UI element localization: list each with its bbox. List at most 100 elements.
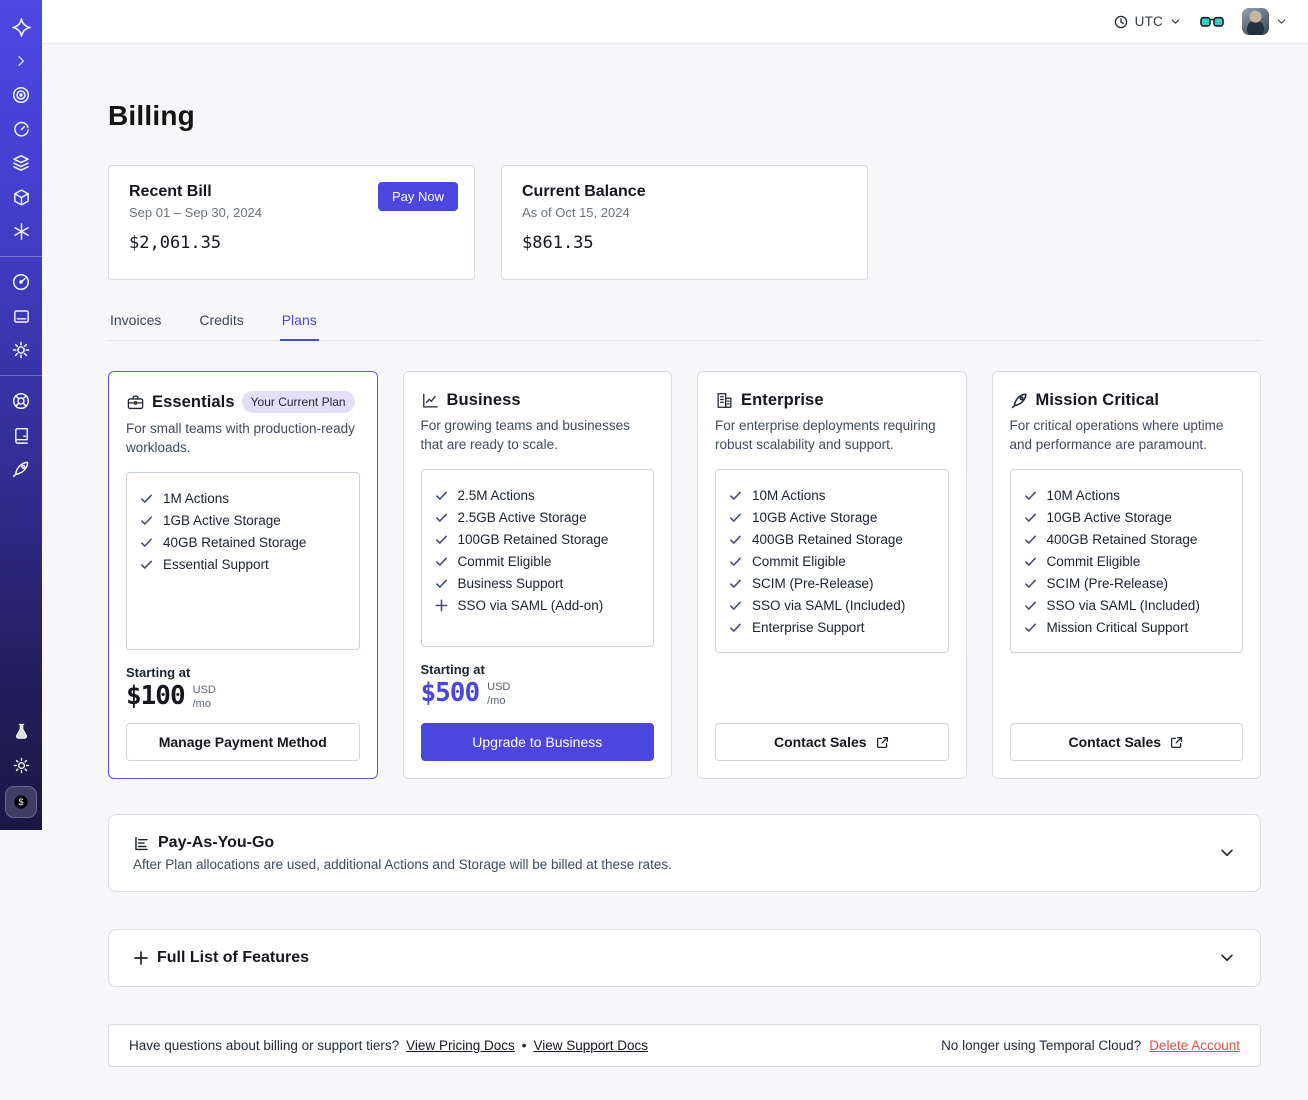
support-docs-link[interactable]: View Support Docs xyxy=(533,1038,648,1053)
line-chart-icon xyxy=(422,393,438,408)
check-icon xyxy=(730,623,741,632)
plan-price: Starting at $100 USD/mo xyxy=(126,665,216,711)
check-icon xyxy=(1024,557,1036,566)
building-icon xyxy=(717,393,732,408)
feature-row: Commit Eligible xyxy=(434,550,642,572)
delete-account-link[interactable]: Delete Account xyxy=(1149,1038,1240,1053)
recent-bill-amount: $2,061.35 xyxy=(129,233,222,253)
plan-features-box: 10M Actions 10GB Active Storage 400GB Re… xyxy=(1009,469,1243,653)
pay-as-you-go-accordion[interactable]: Pay-As-You-Go After Plan allocations are… xyxy=(108,814,1261,892)
check-icon xyxy=(730,513,741,522)
feature-row: 2.5M Actions xyxy=(434,484,642,506)
accordion-description: After Plan allocations are used, additio… xyxy=(133,857,672,872)
cube-icon[interactable] xyxy=(0,180,42,214)
plan-features-box: 1M Actions 1GB Active Storage 40GB Retai… xyxy=(126,472,360,650)
feature-row: 40GB Retained Storage xyxy=(139,531,347,553)
rocket-icon xyxy=(1011,393,1027,409)
plan-card-mission-critical: Mission Critical For critical operations… xyxy=(991,371,1261,779)
topbar: UTC xyxy=(42,0,1308,44)
check-icon xyxy=(730,491,741,500)
nexus-asterisk-icon[interactable] xyxy=(0,214,42,248)
plans-grid: Essentials Your Current Plan For small t… xyxy=(108,371,1261,779)
labs-flask-icon[interactable] xyxy=(0,714,42,748)
plan-title: Business xyxy=(446,391,521,409)
timezone-selector[interactable]: UTC xyxy=(1113,14,1182,30)
delete-question: No longer using Temporal Cloud? xyxy=(941,1038,1142,1053)
feature-row: 100GB Retained Storage xyxy=(434,528,642,550)
plan-title: Mission Critical xyxy=(1035,391,1160,409)
tab-credits[interactable]: Credits xyxy=(197,306,245,340)
accordion-title: Full List of Features xyxy=(157,949,310,966)
check-icon xyxy=(1024,579,1036,588)
external-link-icon xyxy=(1171,736,1183,748)
manage-payment-button[interactable]: Manage Payment Method xyxy=(126,723,360,761)
feature-row: SSO via SAML (Included) xyxy=(728,594,936,616)
upgrade-business-button[interactable]: Upgrade to Business xyxy=(420,723,654,761)
pricing-docs-link[interactable]: View Pricing Docs xyxy=(406,1038,515,1053)
account-menu[interactable] xyxy=(1242,8,1288,35)
theme-sun-icon[interactable] xyxy=(0,748,42,782)
feature-row: SCIM (Pre-Release) xyxy=(728,572,936,594)
plan-price: Starting at $500 USD/mo xyxy=(420,662,511,708)
pay-now-button[interactable]: Pay Now xyxy=(377,182,458,211)
billing-coin-icon[interactable]: $ xyxy=(5,786,37,818)
plan-card-enterprise: Enterprise For enterprise deployments re… xyxy=(697,371,967,779)
user-avatar xyxy=(1242,8,1269,35)
check-icon xyxy=(1024,513,1036,522)
check-icon xyxy=(730,535,741,544)
summary-cards: Recent Bill Sep 01 – Sep 30, 2024 $2,061… xyxy=(108,165,1261,280)
billing-page: $ UTC Billing Recent Bill Sep 01 – Sep 3… xyxy=(0,0,1308,1100)
plan-description: For growing teams and businesses that ar… xyxy=(420,418,630,453)
feature-row: Essential Support xyxy=(139,553,347,575)
feature-row: 400GB Retained Storage xyxy=(728,528,936,550)
chevron-down-icon xyxy=(1221,954,1233,962)
tab-invoices[interactable]: Invoices xyxy=(108,306,163,340)
briefcase-icon xyxy=(127,395,144,409)
batch-window-icon[interactable] xyxy=(0,299,42,333)
accordion-title: Pay-As-You-Go xyxy=(158,834,275,851)
sidebar: $ xyxy=(0,0,42,830)
feature-row: Business Support xyxy=(434,572,642,594)
page-title: Billing xyxy=(108,100,195,131)
check-icon xyxy=(141,494,152,503)
settings-gear-icon[interactable] xyxy=(0,333,42,367)
dot-separator: • xyxy=(521,1038,527,1053)
check-icon xyxy=(435,557,447,566)
usage-gauge-icon[interactable] xyxy=(0,265,42,299)
feature-row: Commit Eligible xyxy=(728,550,936,572)
main-content: Billing Recent Bill Sep 01 – Sep 30, 202… xyxy=(108,44,1261,1067)
check-icon xyxy=(435,491,447,500)
plan-title: Enterprise xyxy=(741,391,824,409)
check-icon xyxy=(1024,601,1036,610)
incognito-glasses-icon[interactable] xyxy=(1200,15,1224,29)
contact-sales-button[interactable]: Contact Sales xyxy=(715,723,949,761)
chevron-down-icon xyxy=(1277,19,1286,24)
plan-title: Essentials xyxy=(152,392,235,411)
check-icon xyxy=(435,579,447,588)
check-icon xyxy=(730,601,741,610)
rocket-icon[interactable] xyxy=(0,452,42,486)
temporal-logo[interactable] xyxy=(0,10,42,44)
feature-row: 2.5GB Active Storage xyxy=(434,506,642,528)
plus-icon xyxy=(435,599,447,611)
check-icon xyxy=(730,579,741,588)
expand-chevron-icon[interactable] xyxy=(0,44,42,78)
feature-row: 10GB Active Storage xyxy=(1023,506,1231,528)
timezone-label: UTC xyxy=(1134,14,1163,29)
namespaces-icon[interactable] xyxy=(0,78,42,112)
check-icon xyxy=(141,516,152,525)
full-features-accordion[interactable]: Full List of Features xyxy=(108,929,1261,987)
docs-book-icon[interactable] xyxy=(0,418,42,452)
contact-sales-button[interactable]: Contact Sales xyxy=(1009,723,1243,761)
tab-plans[interactable]: Plans xyxy=(279,306,319,341)
price-amount: $100 xyxy=(126,681,186,711)
footer-bar: Have questions about billing or support … xyxy=(108,1024,1261,1067)
layers-icon[interactable] xyxy=(0,146,42,180)
current-balance-asof: As of Oct 15, 2024 xyxy=(522,205,630,220)
feature-row: SSO via SAML (Add-on) xyxy=(434,594,642,616)
feature-row: Mission Critical Support xyxy=(1023,616,1231,638)
check-icon xyxy=(141,538,152,547)
feature-row: 10M Actions xyxy=(728,484,936,506)
support-lifebuoy-icon[interactable] xyxy=(0,384,42,418)
schedules-clock-icon[interactable] xyxy=(0,112,42,146)
